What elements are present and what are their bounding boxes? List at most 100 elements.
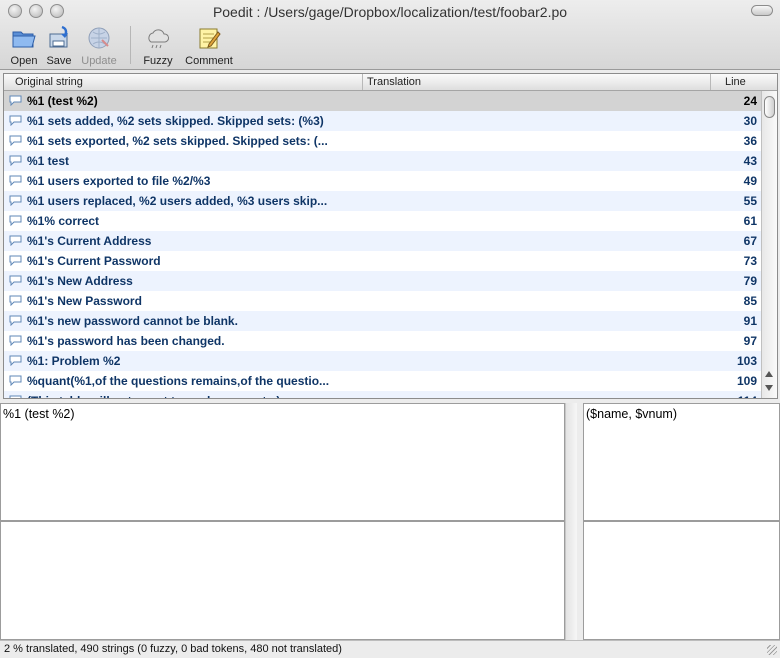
table-row[interactable]: %1's password has been changed. 97 — [4, 331, 761, 351]
line-number: 61 — [743, 214, 757, 228]
comment-bubble-icon — [9, 375, 22, 387]
window-title: Poedit : /Users/gage/Dropbox/localizatio… — [212, 4, 568, 20]
table-row[interactable]: %1's Current Address 67 — [4, 231, 761, 251]
original-string: %1 users replaced, %2 users added, %3 us… — [27, 194, 328, 208]
original-string: (This table will not count toward scores… — [27, 394, 280, 398]
string-list[interactable]: Original string Translation Line %1 (tes… — [3, 73, 778, 399]
line-number: 49 — [743, 174, 757, 188]
column-divider[interactable] — [710, 74, 711, 90]
source-text: %1 (test %2) — [3, 407, 75, 421]
scroll-up-arrow[interactable] — [765, 371, 773, 377]
original-string: %1 sets added, %2 sets skipped. Skipped … — [27, 114, 324, 128]
fuzzy-label: Fuzzy — [143, 55, 173, 67]
save-label: Save — [46, 55, 72, 67]
cloud-icon — [144, 24, 172, 52]
column-divider[interactable] — [362, 74, 363, 90]
table-row[interactable]: %1 users exported to file %2/%3 49 — [4, 171, 761, 191]
table-row[interactable]: %quant(%1,of the questions remains,of th… — [4, 371, 761, 391]
status-bar: 2 % translated, 490 strings (0 fuzzy, 0 … — [0, 640, 780, 658]
line-number: 109 — [736, 374, 757, 388]
comment-bubble-icon — [9, 255, 22, 267]
table-row[interactable]: %1 users replaced, %2 users added, %3 us… — [4, 191, 761, 211]
line-number: 36 — [743, 134, 757, 148]
line-number: 79 — [743, 274, 757, 288]
comment-bubble-icon — [9, 395, 22, 398]
original-string: %1: Problem %2 — [27, 354, 121, 368]
save-icon — [45, 24, 73, 52]
line-number: 103 — [736, 354, 757, 368]
comment-bubble-icon — [9, 215, 22, 227]
globe-update-icon — [85, 24, 113, 52]
comment-bubble-icon — [9, 315, 22, 327]
update-button[interactable]: Update — [79, 24, 119, 67]
update-label: Update — [81, 55, 117, 67]
comment-bubble-icon — [9, 135, 22, 147]
toolbar-separator — [130, 26, 131, 64]
comment-bubble-icon — [9, 95, 22, 107]
table-row[interactable]: %1 test 43 — [4, 151, 761, 171]
translation-scrollbar[interactable] — [565, 521, 577, 640]
comment-text: ($name, $vnum) — [586, 407, 678, 421]
scroll-thumb[interactable] — [764, 96, 775, 118]
original-string: %1% correct — [27, 214, 100, 228]
title-bar: Poedit : /Users/gage/Dropbox/localizatio… — [0, 0, 780, 70]
original-string: %1 users exported to file %2/%3 — [27, 174, 211, 188]
table-row[interactable]: %1: Problem %2 103 — [4, 351, 761, 371]
comment-bubble-icon — [9, 295, 22, 307]
toolbar-toggle-button[interactable] — [751, 5, 773, 16]
original-string: %1's New Password — [27, 294, 142, 308]
status-text: 2 % translated, 490 strings (0 fuzzy, 0 … — [4, 643, 342, 655]
translation-input[interactable] — [0, 521, 565, 640]
auto-comment-pane[interactable] — [583, 521, 780, 640]
comment-button[interactable]: Comment — [181, 24, 237, 67]
open-button[interactable]: Open — [8, 24, 40, 67]
folder-icon — [10, 24, 38, 52]
line-number: 85 — [743, 294, 757, 308]
comment-bubble-icon — [9, 235, 22, 247]
comment-bubble-icon — [9, 275, 22, 287]
original-string: %1 sets exported, %2 sets skipped. Skipp… — [27, 134, 328, 148]
line-number: 30 — [743, 114, 757, 128]
original-string: %1 test — [27, 154, 70, 168]
comment-pane[interactable]: ($name, $vnum) — [583, 403, 780, 521]
column-translation[interactable]: Translation — [367, 76, 421, 88]
table-row[interactable]: %1's New Password 85 — [4, 291, 761, 311]
original-string: %1's New Address — [27, 274, 133, 288]
notepad-icon — [195, 24, 223, 52]
column-line[interactable]: Line — [725, 76, 746, 88]
resize-grip[interactable] — [767, 645, 777, 655]
original-string: %1's Current Address — [27, 234, 152, 248]
table-row[interactable]: %1 (test %2) 24 — [4, 91, 761, 111]
source-scrollbar[interactable] — [565, 403, 577, 521]
table-row[interactable]: %1's Current Password 73 — [4, 251, 761, 271]
line-number: 24 — [743, 94, 757, 108]
table-row[interactable]: %1% correct 61 — [4, 211, 761, 231]
line-number: 73 — [743, 254, 757, 268]
list-header: Original string Translation Line — [4, 74, 777, 91]
comment-bubble-icon — [9, 155, 22, 167]
line-number: 55 — [743, 194, 757, 208]
list-scrollbar[interactable] — [761, 91, 777, 398]
table-row[interactable]: %1 sets added, %2 sets skipped. Skipped … — [4, 111, 761, 131]
column-original[interactable]: Original string — [15, 76, 83, 88]
table-row[interactable]: (This table will not count toward scores… — [4, 391, 761, 398]
comment-bubble-icon — [9, 335, 22, 347]
comment-label: Comment — [185, 55, 233, 67]
line-number: 67 — [743, 234, 757, 248]
comment-bubble-icon — [9, 355, 22, 367]
source-text-pane[interactable]: %1 (test %2) — [0, 403, 565, 521]
original-string: %1 (test %2) — [27, 94, 98, 108]
table-row[interactable]: %1's New Address 79 — [4, 271, 761, 291]
line-number: 114 — [738, 394, 757, 398]
fuzzy-button[interactable]: Fuzzy — [140, 24, 176, 67]
line-number: 97 — [743, 334, 757, 348]
comment-bubble-icon — [9, 115, 22, 127]
comment-bubble-icon — [9, 195, 22, 207]
save-button[interactable]: Save — [43, 24, 75, 67]
table-row[interactable]: %1's new password cannot be blank. 91 — [4, 311, 761, 331]
table-row[interactable]: %1 sets exported, %2 sets skipped. Skipp… — [4, 131, 761, 151]
list-rows: %1 (test %2) 24 %1 sets added, %2 sets ski… — [4, 91, 761, 398]
scroll-down-arrow[interactable] — [765, 385, 773, 391]
original-string: %1's new password cannot be blank. — [27, 314, 238, 328]
line-number: 43 — [743, 154, 757, 168]
